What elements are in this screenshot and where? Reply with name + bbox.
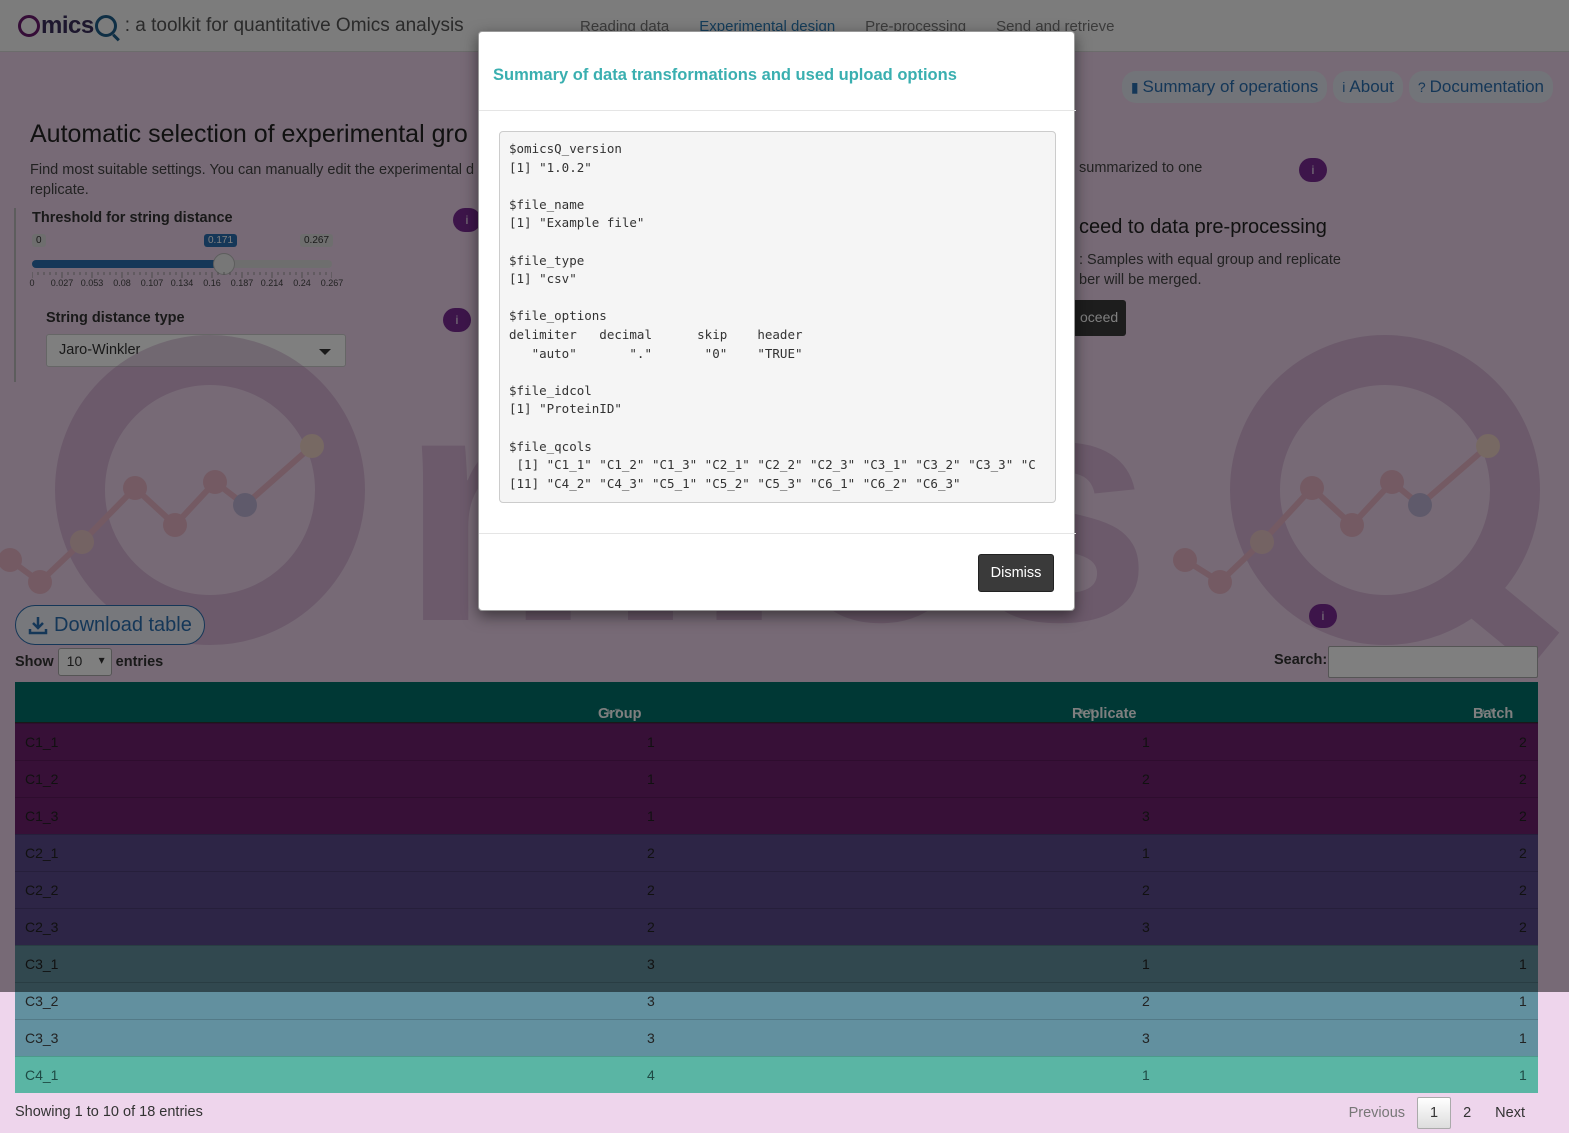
page-1-button[interactable]: 1 xyxy=(1417,1097,1452,1129)
cell-batch: 1 xyxy=(1519,993,1527,1009)
output-line: $omicsQ_version xyxy=(509,141,622,156)
next-page-button[interactable]: Next xyxy=(1483,1097,1537,1129)
output-line: $file_type xyxy=(509,252,585,268)
previous-page-button[interactable]: Previous xyxy=(1337,1097,1417,1129)
output-line: [1] "C1_1" "C1_2" "C1_3" "C2_1" "C2_2" "… xyxy=(509,457,1036,473)
cell-replicate: 3 xyxy=(1142,1030,1150,1046)
output-line: [1] "csv" xyxy=(509,271,577,287)
table-row[interactable]: C3_3 3 3 1 xyxy=(15,1019,1538,1056)
table-info: Showing 1 to 10 of 18 entries xyxy=(15,1104,203,1120)
modal-title: Summary of data transformations and used… xyxy=(493,66,957,84)
output-line: "auto" "." "0" "TRUE" xyxy=(509,345,803,361)
output-line: [11] "C4_2" "C4_3" "C5_1" "C5_2" "C5_3" … xyxy=(509,475,961,491)
cell-batch: 1 xyxy=(1519,1067,1527,1083)
table-row[interactable]: C4_1 4 1 1 xyxy=(15,1056,1538,1093)
page-2-button[interactable]: 2 xyxy=(1451,1097,1483,1129)
cell-batch: 1 xyxy=(1519,1030,1527,1046)
summary-output: $omicsQ_version [1] "1.0.2" $file_name [1] … xyxy=(499,131,1056,503)
output-line: delimiter decimal skip header xyxy=(509,326,803,342)
pagination: Previous 1 2 Next xyxy=(1337,1097,1537,1129)
output-line: [1] "1.0.2" xyxy=(509,159,592,175)
output-line: $file_name xyxy=(509,196,585,212)
cell-group: 3 xyxy=(647,1030,655,1046)
output-line: $file_qcols xyxy=(509,438,592,454)
cell-group: 3 xyxy=(647,993,655,1009)
cell-replicate: 1 xyxy=(1142,1067,1150,1083)
dismiss-button[interactable]: Dismiss xyxy=(978,554,1054,592)
modal-divider xyxy=(479,533,1076,534)
cell-replicate: 2 xyxy=(1142,993,1150,1009)
cell-name: C4_1 xyxy=(25,1067,59,1083)
output-line: [1] "Example file" xyxy=(509,215,645,231)
cell-name: C3_2 xyxy=(25,993,59,1009)
cell-group: 4 xyxy=(647,1067,655,1083)
modal-divider xyxy=(479,110,1076,111)
summary-modal: Summary of data transformations and used… xyxy=(478,31,1076,611)
output-line: $file_options xyxy=(509,308,607,324)
output-line: $file_idcol xyxy=(509,382,592,398)
cell-name: C3_3 xyxy=(25,1030,59,1046)
output-line: [1] "ProteinID" xyxy=(509,401,622,417)
